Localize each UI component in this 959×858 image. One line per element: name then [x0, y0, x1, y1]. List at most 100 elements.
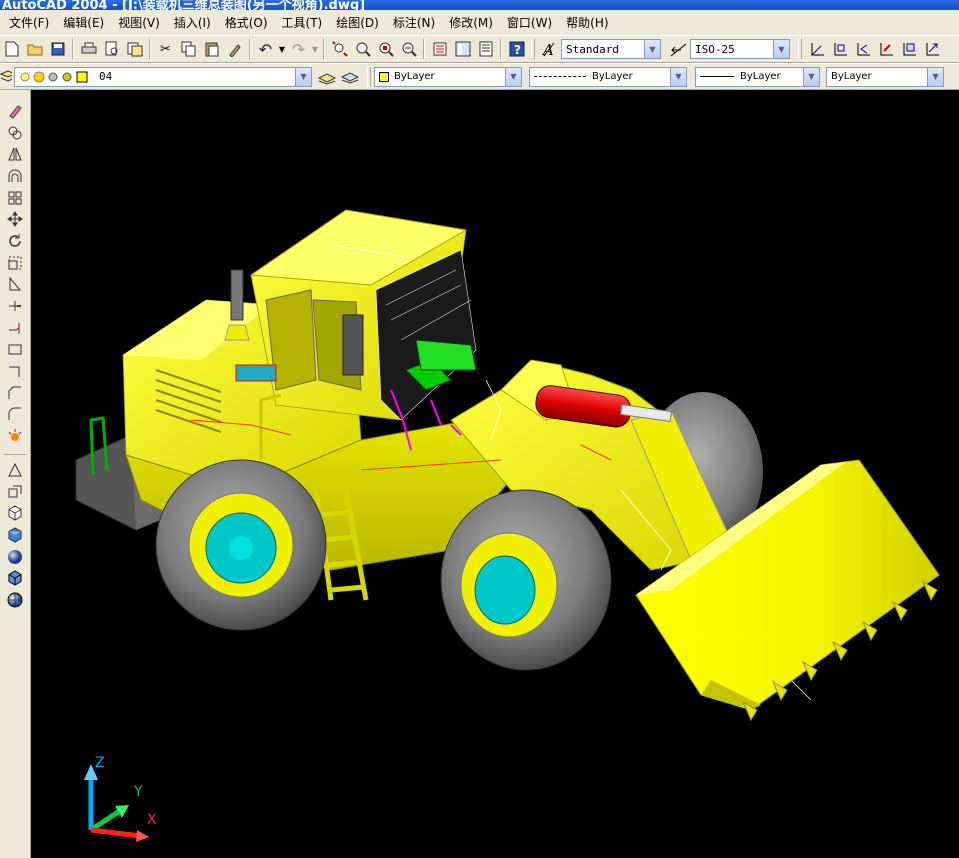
- mirror-icon[interactable]: [3, 143, 27, 165]
- menu-draw[interactable]: 绘图(D): [329, 13, 386, 33]
- color-select[interactable]: ByLayer ▼: [374, 66, 522, 87]
- color-value: ByLayer: [394, 71, 435, 82]
- ucs-object-icon[interactable]: [874, 38, 897, 60]
- menu-dimension[interactable]: 标注(N): [386, 13, 442, 33]
- gouraud-shaded-icon[interactable]: [3, 546, 27, 568]
- explode-icon[interactable]: [3, 425, 27, 447]
- layer-state-icons: [20, 71, 88, 82]
- chevron-down-icon: ▼: [927, 67, 943, 86]
- menu-file[interactable]: 文件(F): [2, 13, 56, 33]
- chevron-down-icon: ▼: [773, 40, 789, 58]
- lineweight-sample: [700, 76, 734, 77]
- 2d-wireframe-icon[interactable]: [3, 459, 27, 481]
- lineweight-select[interactable]: ByLayer ▼: [695, 66, 820, 87]
- layer-manager-icon[interactable]: [0, 66, 12, 88]
- hidden-icon[interactable]: [3, 502, 27, 524]
- ucs-previous-icon[interactable]: [851, 38, 874, 60]
- print-icon[interactable]: [77, 38, 100, 60]
- copy-object-icon[interactable]: [3, 122, 27, 144]
- move-icon[interactable]: [3, 208, 27, 230]
- 3d-wireframe-icon[interactable]: [3, 481, 27, 503]
- redo-icon[interactable]: ↷: [287, 38, 310, 60]
- new-file-icon[interactable]: [0, 38, 23, 60]
- plot-preview-icon[interactable]: [100, 38, 123, 60]
- break-icon[interactable]: [3, 339, 27, 361]
- trim-icon[interactable]: [3, 295, 27, 317]
- ucs-world-icon[interactable]: [828, 38, 851, 60]
- linetype-select[interactable]: ByLayer ▼: [529, 66, 687, 87]
- text-style-icon[interactable]: A: [538, 38, 561, 60]
- zoom-realtime-icon[interactable]: [351, 38, 374, 60]
- pan-realtime-icon[interactable]: [328, 38, 351, 60]
- make-object-layer-current-icon[interactable]: [315, 66, 338, 88]
- save-icon[interactable]: [46, 38, 69, 60]
- array-icon[interactable]: [3, 187, 27, 209]
- lineweight-value: ByLayer: [740, 71, 781, 82]
- toolbar-separator: [423, 39, 425, 59]
- text-style-select[interactable]: Standard ▼: [561, 39, 661, 59]
- toolbar-grip[interactable]: [531, 39, 535, 59]
- wheel-loader-3d-model: [75, 209, 940, 722]
- color-swatch: [379, 71, 389, 82]
- ucs-view-icon[interactable]: [920, 38, 943, 60]
- paste-icon[interactable]: [200, 38, 223, 60]
- chevron-down-icon: ▼: [644, 40, 660, 58]
- zoom-previous-icon[interactable]: [397, 38, 420, 60]
- plotstyle-select[interactable]: ByLayer ▼: [826, 66, 944, 87]
- rotate-icon[interactable]: [3, 230, 27, 252]
- chamfer-icon[interactable]: [3, 382, 27, 404]
- ucs-indicator: Z Y X: [71, 750, 171, 850]
- linetype-value: ByLayer: [592, 71, 633, 82]
- design-center-icon[interactable]: [451, 38, 474, 60]
- toolbar-separator: [4, 447, 26, 455]
- chevron-down-icon: ▼: [295, 67, 311, 86]
- cut-icon[interactable]: ✂: [154, 38, 177, 60]
- dimension-style-icon[interactable]: [667, 38, 690, 60]
- menu-insert[interactable]: 插入(I): [167, 13, 218, 33]
- open-file-icon[interactable]: [23, 38, 46, 60]
- publish-icon[interactable]: [123, 38, 146, 60]
- layer-previous-icon[interactable]: [338, 66, 361, 88]
- layer-select[interactable]: 04 ▼: [14, 66, 312, 87]
- match-properties-icon[interactable]: [223, 38, 246, 60]
- menu-help[interactable]: 帮助(H): [559, 13, 615, 33]
- zoom-window-icon[interactable]: [374, 38, 397, 60]
- help-icon[interactable]: ?: [505, 38, 528, 60]
- menu-format[interactable]: 格式(O): [218, 13, 275, 33]
- stretch-icon[interactable]: [3, 274, 27, 296]
- ucs-z-label: Z: [95, 755, 105, 771]
- text-style-value: Standard: [566, 42, 619, 56]
- break-at-point-icon[interactable]: [3, 360, 27, 382]
- properties-icon[interactable]: [428, 38, 451, 60]
- menu-tools[interactable]: 工具(T): [275, 13, 330, 33]
- menu-modify[interactable]: 修改(M): [442, 13, 500, 33]
- scale-icon[interactable]: [3, 252, 27, 274]
- undo-icon[interactable]: ↶: [254, 38, 277, 60]
- toolbar-separator: [72, 39, 74, 59]
- menu-window[interactable]: 窗口(W): [500, 13, 559, 33]
- copy-icon[interactable]: [177, 38, 200, 60]
- toolbar-grip[interactable]: [798, 39, 802, 59]
- offset-icon[interactable]: [3, 165, 27, 187]
- svg-text:?: ?: [514, 43, 521, 57]
- gouraud-shaded-edges-icon[interactable]: [3, 589, 27, 611]
- redo-dropdown-icon[interactable]: ▼: [310, 38, 320, 60]
- flat-shaded-edges-icon[interactable]: [3, 567, 27, 589]
- erase-icon[interactable]: [3, 100, 27, 122]
- extend-icon[interactable]: [3, 317, 27, 339]
- undo-dropdown-icon[interactable]: ▼: [277, 38, 287, 60]
- drawing-viewport[interactable]: Z Y X: [31, 90, 959, 858]
- front-hub: [474, 555, 536, 625]
- tool-palettes-icon[interactable]: [474, 38, 497, 60]
- flat-shaded-icon[interactable]: [3, 524, 27, 546]
- chevron-down-icon: ▼: [505, 67, 521, 86]
- menu-view[interactable]: 视图(V): [111, 13, 167, 33]
- ucs-icon[interactable]: [805, 38, 828, 60]
- ucs-y-label: Y: [133, 784, 143, 800]
- menu-edit[interactable]: 编辑(E): [56, 13, 111, 33]
- toolbar-grip[interactable]: [367, 66, 371, 87]
- ucs-face-icon[interactable]: [897, 38, 920, 60]
- fillet-icon[interactable]: [3, 404, 27, 426]
- dimension-style-select[interactable]: ISO-25 ▼: [690, 39, 790, 59]
- operator-seat: [342, 314, 364, 376]
